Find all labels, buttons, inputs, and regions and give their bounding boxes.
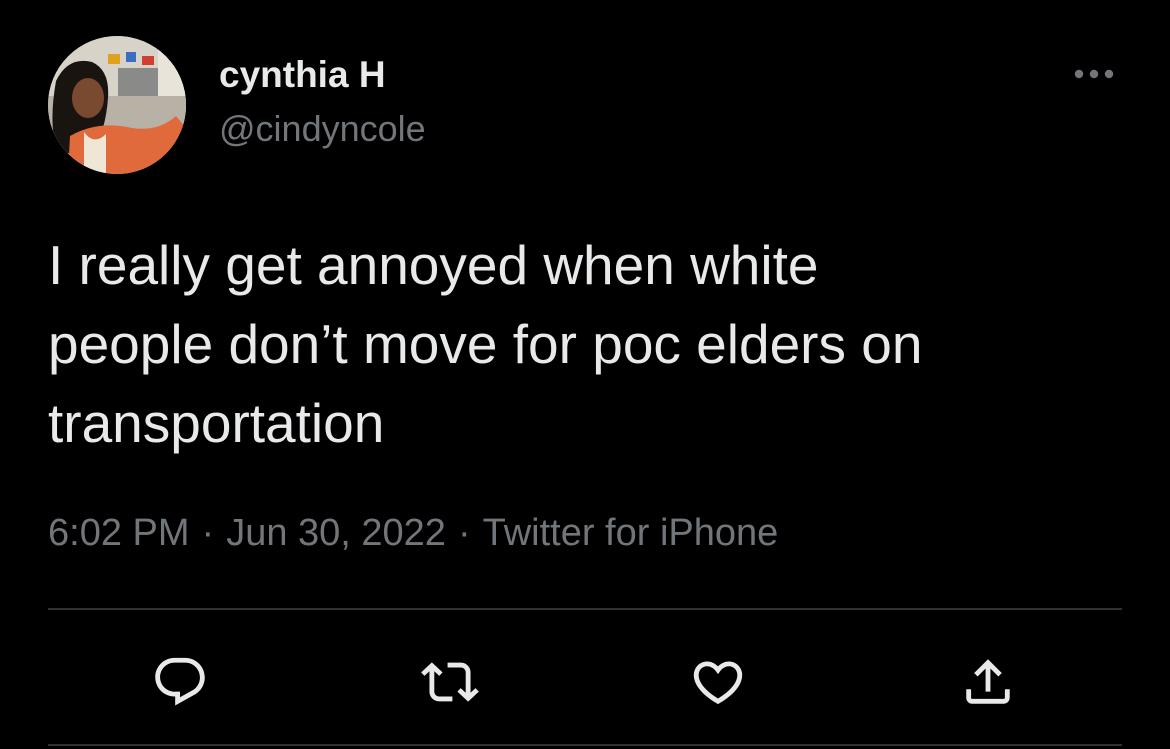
tweet-text: I really get annoyed when white people d… bbox=[48, 226, 1128, 463]
tweet-date[interactable]: Jun 30, 2022 bbox=[226, 512, 446, 554]
meta-separator: · bbox=[457, 512, 471, 554]
avatar-image bbox=[48, 36, 186, 174]
like-button[interactable] bbox=[686, 650, 750, 714]
display-name[interactable]: cynthia H bbox=[219, 54, 386, 96]
divider bbox=[48, 744, 1122, 746]
share-button[interactable] bbox=[956, 650, 1020, 714]
tweet-source[interactable]: Twitter for iPhone bbox=[483, 512, 779, 554]
reply-button[interactable] bbox=[148, 650, 212, 714]
heart-icon bbox=[693, 661, 743, 705]
tweet-detail: cynthia H @cindyncole I really get annoy… bbox=[0, 0, 1170, 749]
tweet-text-line: transportation bbox=[48, 392, 385, 454]
share-icon bbox=[966, 659, 1010, 704]
tweet-time[interactable]: 6:02 PM bbox=[48, 512, 190, 554]
tweet-meta: 6:02 PM · Jun 30, 2022 · Twitter for iPhone bbox=[48, 512, 778, 555]
avatar[interactable] bbox=[48, 36, 186, 174]
tweet-text-line: people don’t move for poc elders on bbox=[48, 313, 923, 375]
retweet-button[interactable] bbox=[418, 650, 482, 714]
meta-separator: · bbox=[201, 512, 215, 554]
user-handle[interactable]: @cindyncole bbox=[219, 108, 426, 150]
more-options-icon[interactable] bbox=[1062, 54, 1122, 94]
retweet-icon bbox=[421, 662, 479, 702]
reply-icon bbox=[155, 657, 205, 706]
divider bbox=[48, 608, 1122, 610]
tweet-text-line: I really get annoyed when white bbox=[48, 234, 819, 296]
